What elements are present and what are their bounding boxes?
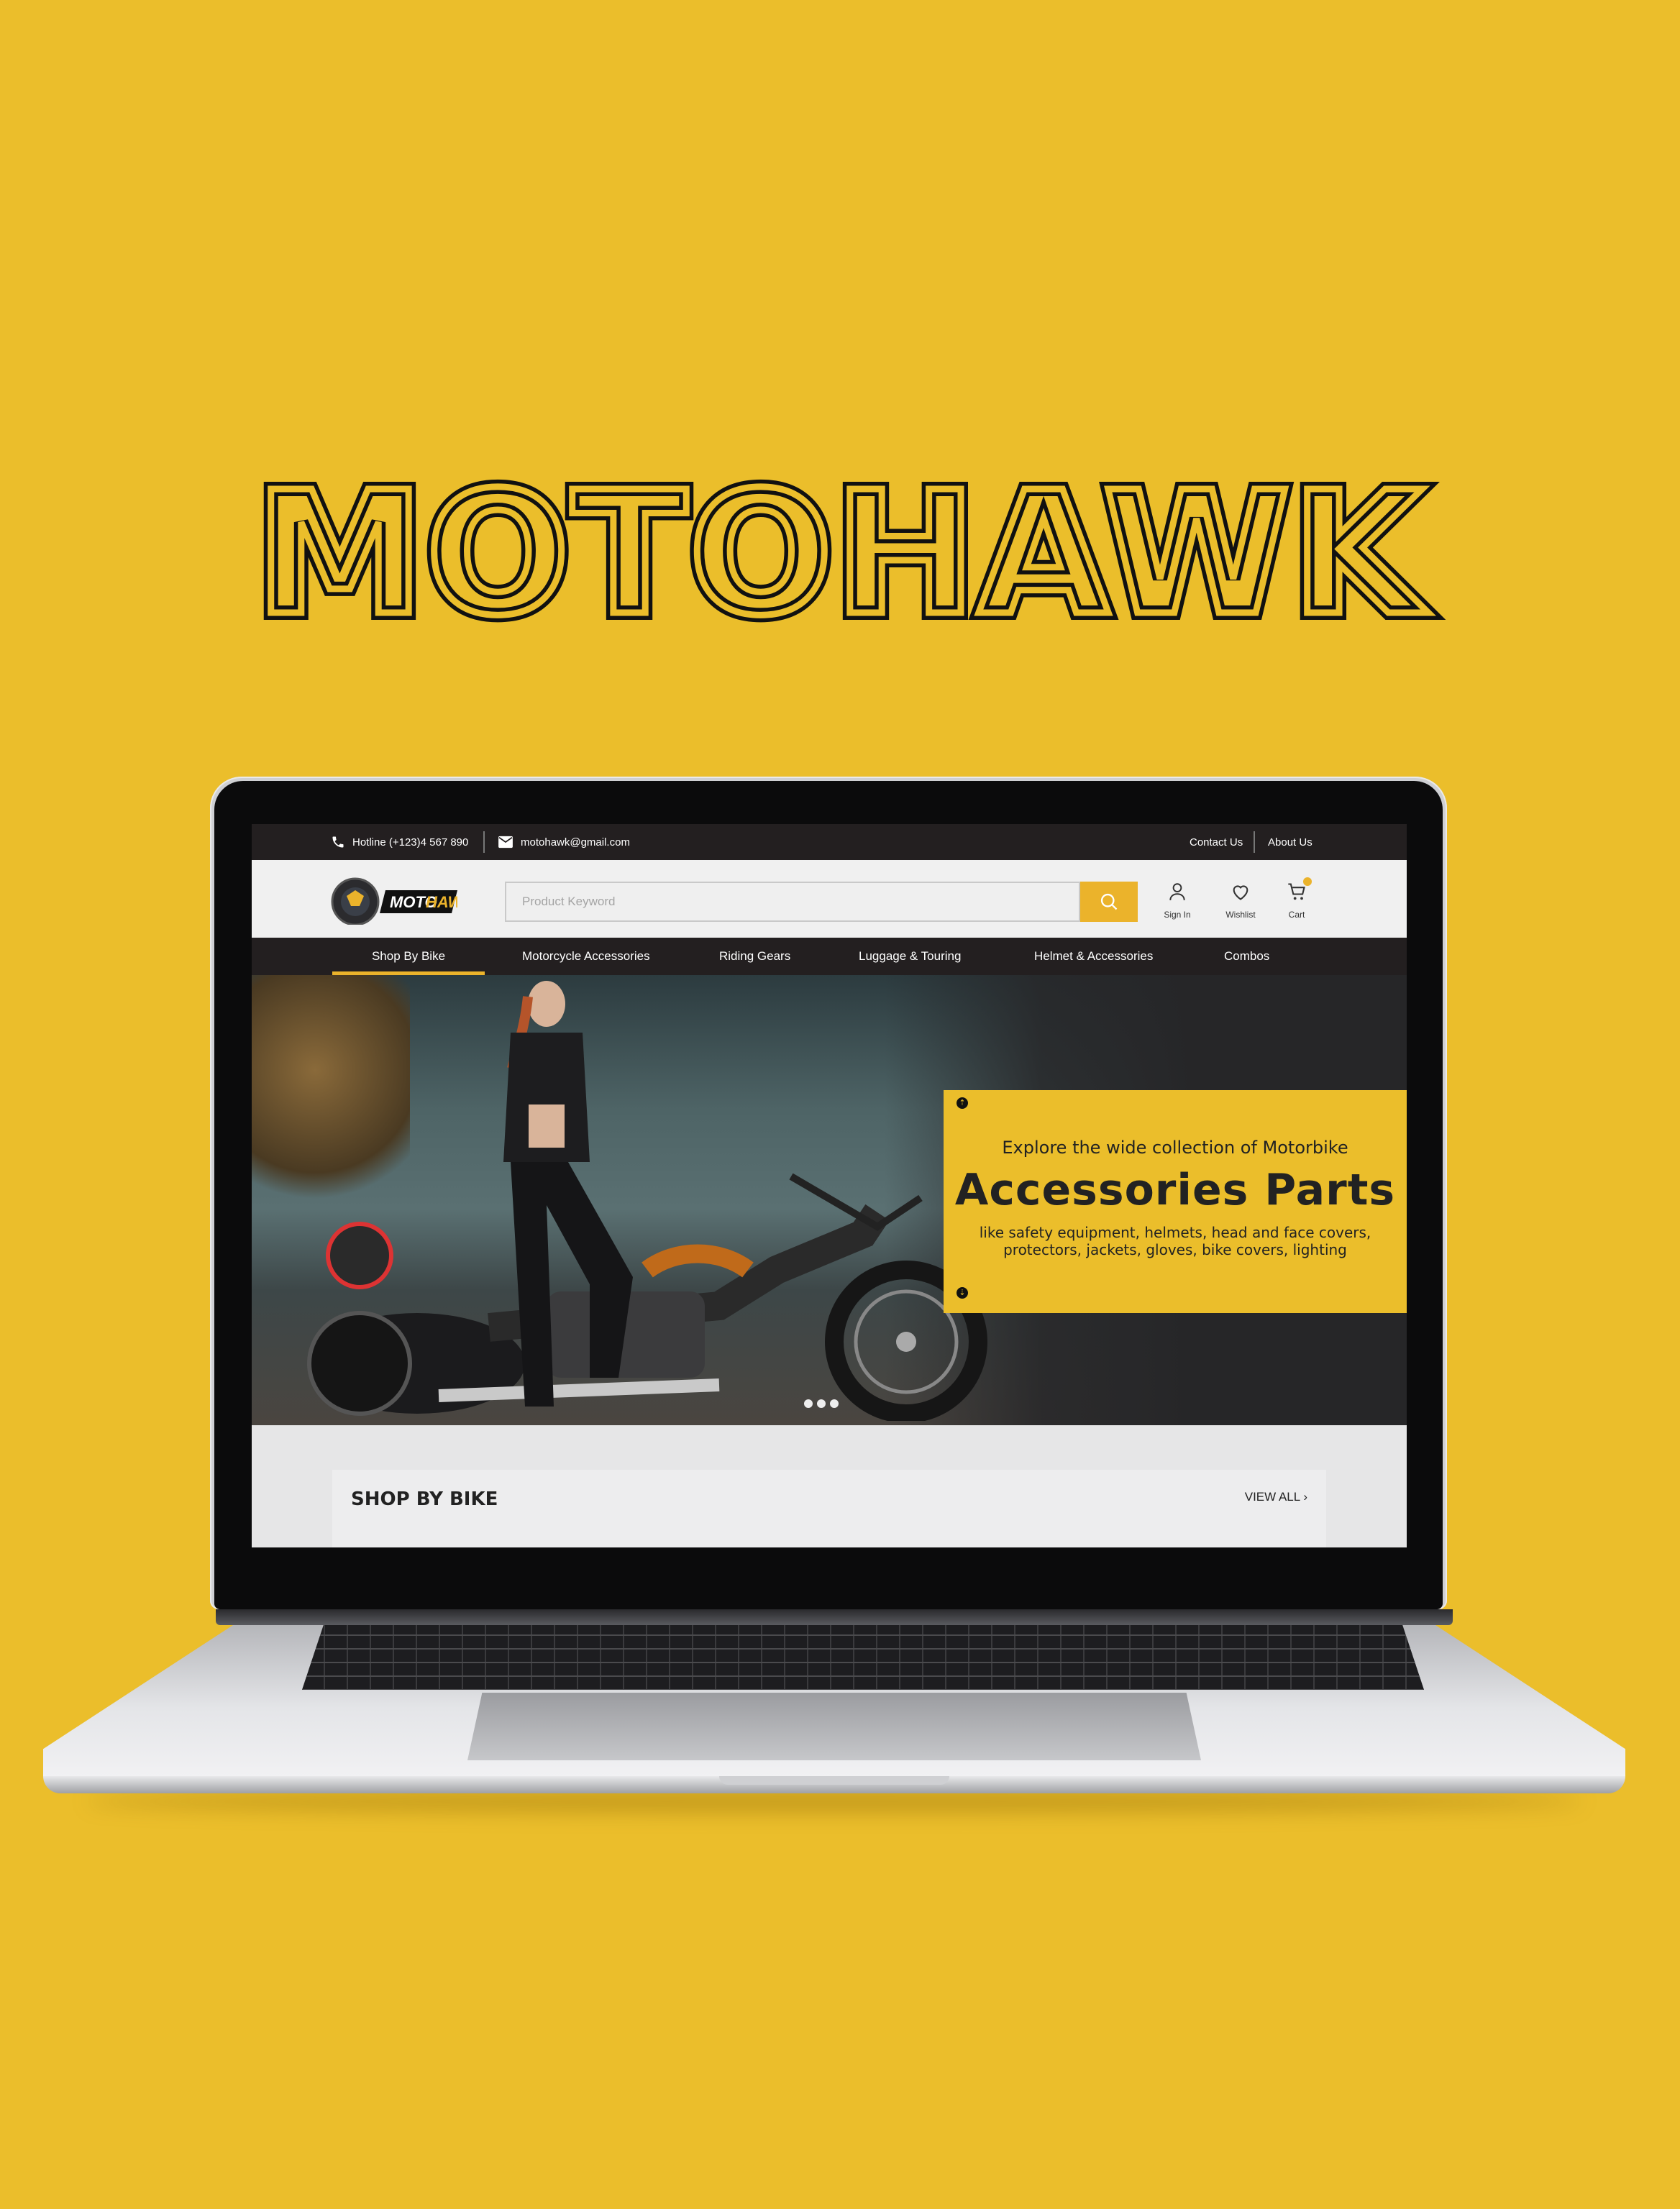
hero-banner: ⇡ Explore the wide collection of Motorbi… — [252, 975, 1407, 1425]
top-bar: Hotline (+123)4 567 890 motohawk@gmail.c… — [252, 824, 1407, 860]
promo-description-line-2: protectors, jackets, gloves, bike covers… — [1003, 1241, 1347, 1258]
sign-in-button[interactable]: Sign In — [1152, 882, 1202, 920]
slider-dot[interactable] — [817, 1399, 826, 1408]
shop-by-bike-section: SHOP BY BIKE VIEW ALL › — [332, 1470, 1326, 1547]
slider-dot[interactable] — [804, 1399, 813, 1408]
motohawk-logo[interactable]: MOTO HAWK — [331, 877, 457, 925]
promo-subtitle: Explore the wide collection of Motorbike — [1002, 1138, 1348, 1158]
motorcycle-image — [307, 1173, 987, 1421]
contact-us-link[interactable]: Contact Us — [1190, 824, 1243, 860]
slider-dots — [804, 1399, 839, 1408]
hotline-text: Hotline (+123)4 567 890 — [352, 836, 469, 849]
view-all-link[interactable]: VIEW ALL › — [1245, 1490, 1307, 1504]
mail-icon — [498, 836, 513, 849]
rider-image — [503, 981, 633, 1407]
laptop-front-edge — [43, 1776, 1625, 1793]
sign-in-label: Sign In — [1164, 910, 1191, 920]
laptop-screen: Hotline (+123)4 567 890 motohawk@gmail.c… — [252, 824, 1407, 1547]
nav-tab-shop-by-bike[interactable]: Shop By Bike — [332, 938, 485, 975]
topbar-divider — [483, 831, 485, 853]
laptop-base — [43, 1609, 1625, 1793]
laptop-notch — [719, 1776, 949, 1785]
front-hub — [896, 1332, 916, 1352]
promo-box[interactable]: ⇡ Explore the wide collection of Motorbi… — [944, 1090, 1407, 1313]
poster-title-inner: MOTOHAWK — [255, 455, 1429, 640]
nav-tab-motorcycle-accessories[interactable]: Motorcycle Accessories — [522, 938, 650, 975]
cart-label: Cart — [1288, 910, 1305, 920]
nav-tab-luggage-touring[interactable]: Luggage & Touring — [859, 938, 961, 975]
site-header: MOTO HAWK Sign In Wishlist Cart — [252, 860, 1407, 938]
search-button[interactable] — [1080, 882, 1138, 922]
nav-tab-riding-gears[interactable]: Riding Gears — [719, 938, 790, 975]
email-text: motohawk@gmail.com — [521, 836, 630, 849]
topbar-divider — [1254, 831, 1255, 853]
user-icon — [1169, 883, 1185, 900]
arrow-down-icon[interactable]: ⇣ — [957, 1287, 968, 1299]
search-icon — [1100, 893, 1118, 910]
search-input[interactable] — [506, 894, 1079, 910]
rider-midriff — [529, 1104, 565, 1148]
laptop-hinge — [216, 1609, 1453, 1625]
laptop-trackpad — [467, 1693, 1201, 1760]
rider-legs — [511, 1162, 633, 1407]
nav-tab-helmet-accessories[interactable]: Helmet & Accessories — [1034, 938, 1153, 975]
promo-description: like safety equipment, helmets, head and… — [944, 1224, 1407, 1258]
about-us-link[interactable]: About Us — [1268, 824, 1312, 860]
promo-heading: Accessories Parts — [954, 1165, 1396, 1215]
cart-button[interactable]: Cart — [1272, 877, 1322, 920]
cart-badge — [1303, 877, 1312, 886]
phone-icon — [332, 836, 344, 848]
main-nav: Shop By Bike Motorcycle Accessories Ridi… — [252, 938, 1407, 975]
email-link[interactable]: motohawk@gmail.com — [498, 824, 630, 860]
orange-tank-stripe — [642, 1244, 754, 1278]
section-title: SHOP BY BIKE — [351, 1488, 498, 1510]
view-all-label: VIEW ALL — [1244, 1490, 1300, 1504]
wishlist-button[interactable]: Wishlist — [1215, 882, 1266, 920]
laptop-keyboard — [302, 1622, 1424, 1690]
slider-dot[interactable] — [830, 1399, 839, 1408]
hotline[interactable]: Hotline (+123)4 567 890 — [331, 824, 468, 860]
search-box — [505, 882, 1080, 922]
arrow-up-icon[interactable]: ⇡ — [957, 1097, 968, 1109]
promo-description-line-1: like safety equipment, helmets, head and… — [979, 1224, 1371, 1241]
nav-tab-combos[interactable]: Combos — [1224, 938, 1269, 975]
rider-head — [528, 981, 565, 1027]
wishlist-label: Wishlist — [1225, 910, 1256, 920]
helmet — [326, 1222, 393, 1289]
heart-icon — [1233, 885, 1248, 900]
chevron-right-icon: › — [1303, 1490, 1307, 1504]
poster-title: MOTOHAWK MOTOHAWK — [248, 453, 1435, 640]
logo-word-hawk: HAWK — [426, 893, 457, 911]
contact-us-label: Contact Us — [1190, 836, 1243, 849]
about-us-label: About Us — [1268, 836, 1312, 849]
laptop-shadow — [86, 1790, 1582, 1812]
rear-wheel — [307, 1311, 412, 1416]
